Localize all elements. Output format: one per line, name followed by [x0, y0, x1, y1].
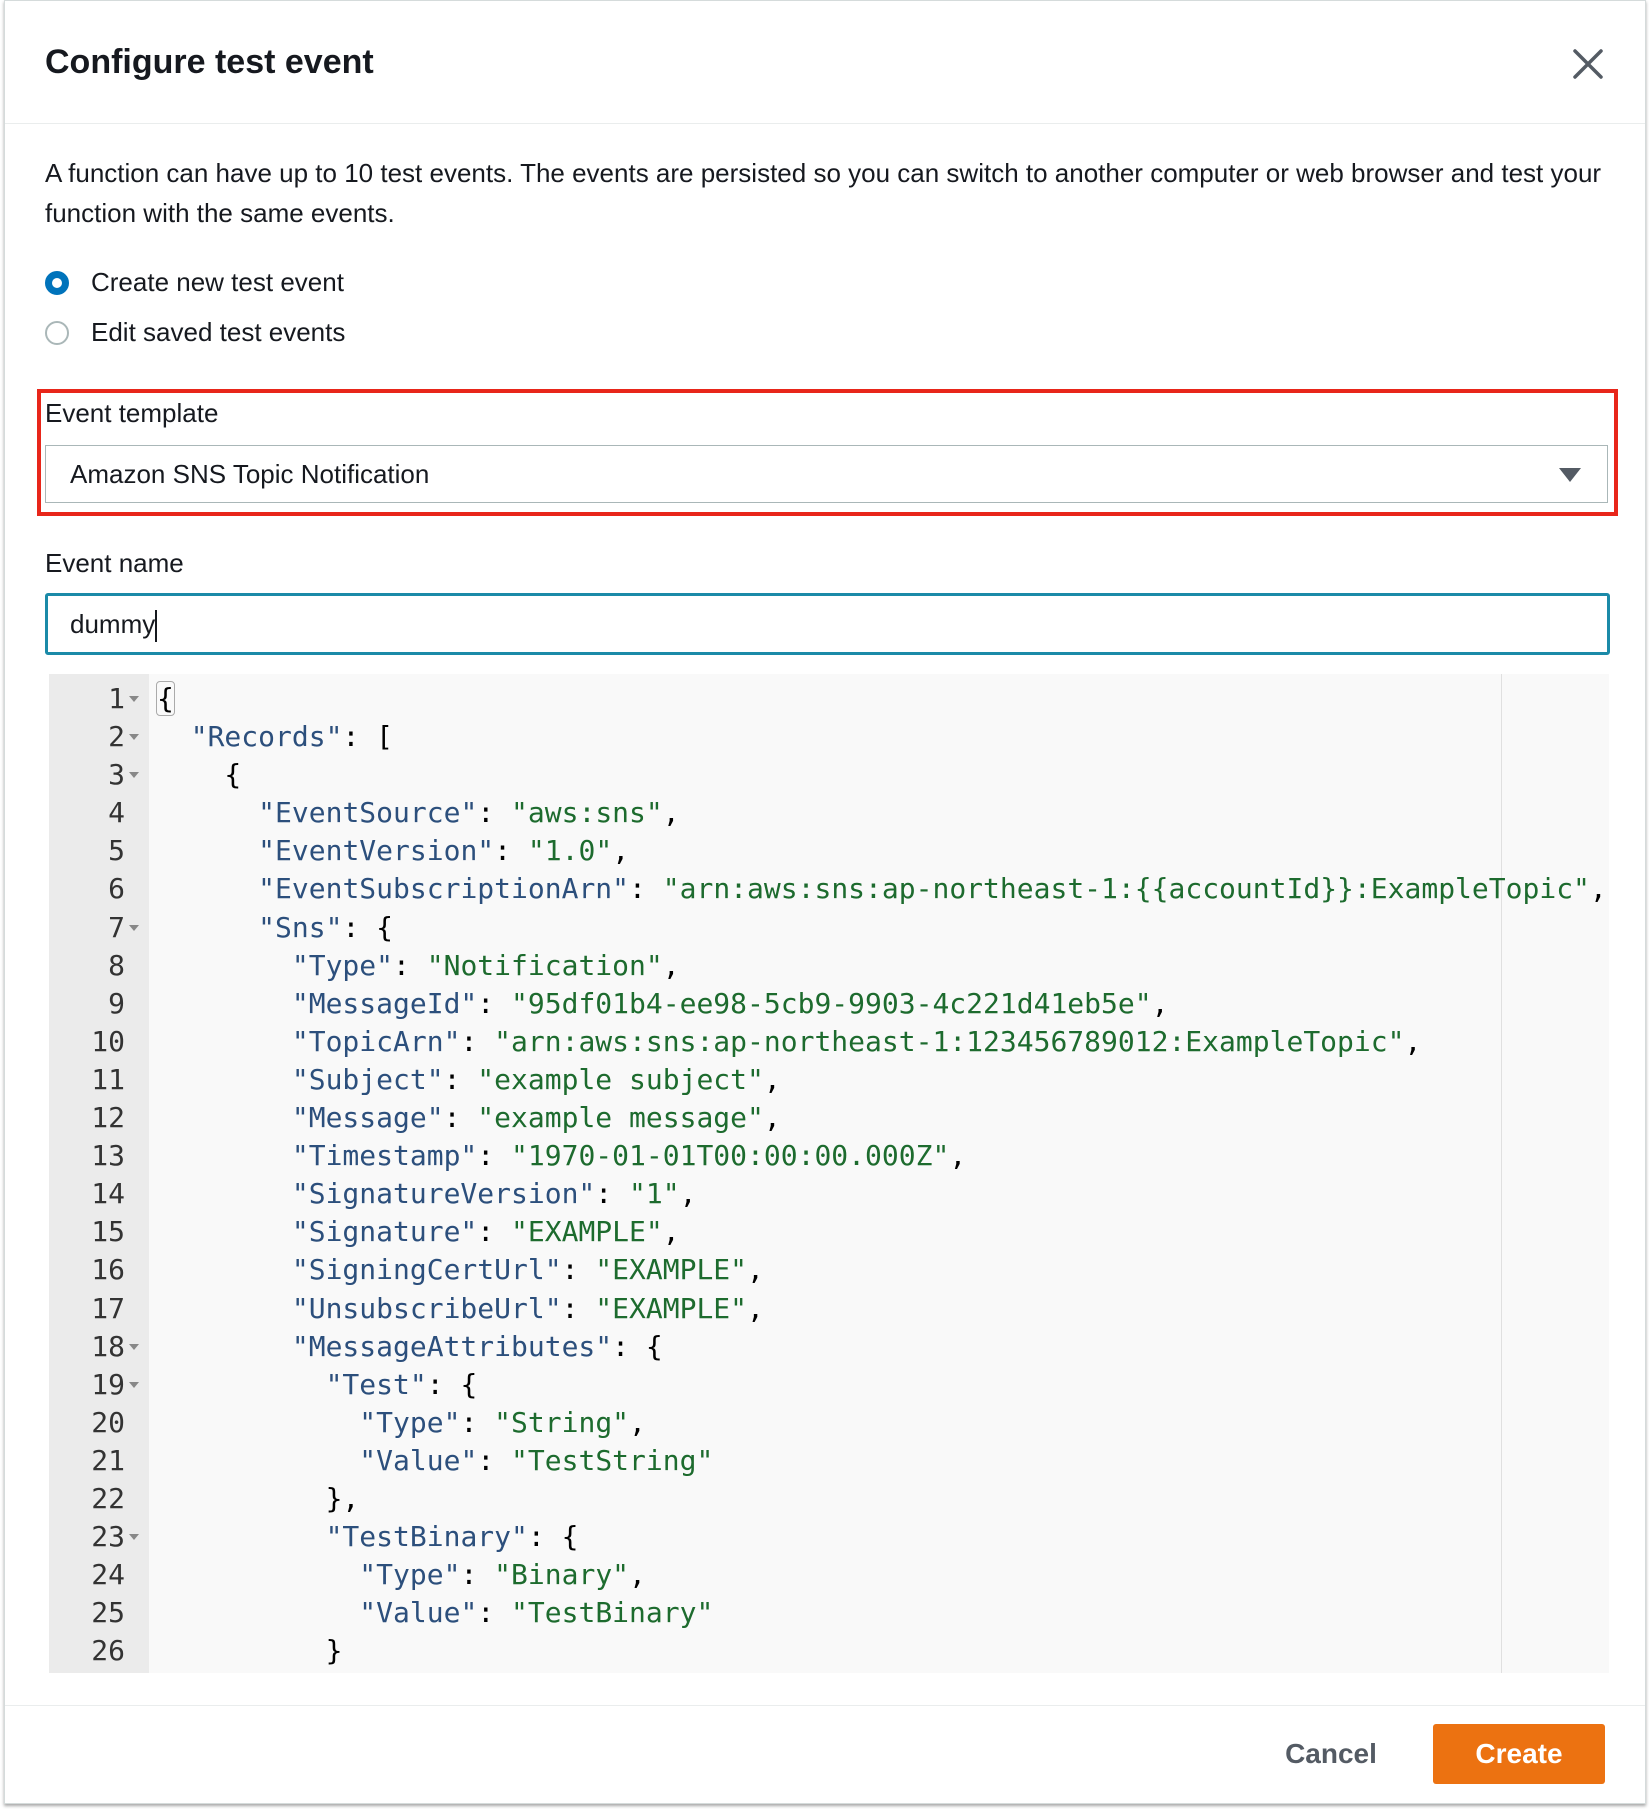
radio-label: Create new test event: [91, 267, 344, 297]
code-text: "Type": "String",: [359, 1405, 646, 1439]
code-text: "UnsubscribeUrl": "EXAMPLE",: [291, 1291, 764, 1325]
line-number: 16: [91, 1253, 125, 1287]
fold-arrow-icon[interactable]: [129, 772, 139, 779]
line-number: 6: [108, 872, 125, 906]
code-text: "Sns": {: [258, 910, 394, 944]
radio-unchecked-icon[interactable]: [45, 320, 69, 345]
code-text: "Subject": "example subject",: [291, 1062, 781, 1096]
code-text: "TestBinary": {: [325, 1520, 579, 1554]
line-number: 20: [91, 1405, 125, 1439]
line-number: 2: [108, 720, 125, 754]
event-template-label: Event template: [45, 398, 219, 428]
code-text: {: [156, 681, 175, 716]
line-number: 9: [108, 986, 125, 1020]
code-text: "SigningCertUrl": "EXAMPLE",: [291, 1253, 764, 1287]
line-number: 5: [108, 834, 125, 868]
line-number: 7: [108, 910, 125, 944]
code-text: "Type": "Notification",: [291, 948, 680, 982]
code-text: "Message": "example message",: [291, 1101, 781, 1135]
line-number: 18: [91, 1329, 125, 1363]
event-name-label: Event name: [45, 548, 184, 578]
code-text: "TopicArn": "arn:aws:sns:ap-northeast-1:…: [291, 1024, 1422, 1058]
event-template-select[interactable]: Amazon SNS Topic Notification: [45, 445, 1608, 503]
fold-arrow-icon[interactable]: [129, 1343, 139, 1350]
line-number: 1: [108, 682, 125, 715]
line-number: 25: [91, 1596, 125, 1630]
line-number: 15: [91, 1215, 125, 1249]
fold-arrow-icon[interactable]: [129, 734, 139, 741]
line-number: 11: [91, 1062, 125, 1096]
json-code-editor[interactable]: 1 {2 "Records": [ 3 {4 "EventSource": "aws…: [49, 674, 1609, 1673]
line-number: 3: [108, 758, 125, 792]
line-number: 24: [91, 1558, 125, 1592]
code-text: "Test": {: [325, 1367, 478, 1401]
code-text: "EventSubscriptionArn": "arn:aws:sns:ap-…: [258, 872, 1607, 906]
code-text: "MessageAttributes": {: [291, 1329, 663, 1363]
code-text: }: [157, 1670, 309, 1673]
print-margin: [1501, 674, 1502, 1673]
line-number: 17: [91, 1291, 125, 1325]
create-button[interactable]: Create: [1433, 1724, 1605, 1784]
line-number: 12: [91, 1101, 125, 1135]
cancel-button[interactable]: Cancel: [1275, 1724, 1387, 1784]
line-number: 23: [91, 1520, 125, 1554]
radio-create-new-test-event[interactable]: Create new test event: [45, 267, 344, 298]
line-number: 19: [91, 1367, 125, 1401]
code-text: }: [157, 1634, 343, 1668]
radio-checked-icon[interactable]: [45, 270, 69, 295]
code-text: "Value": "TestString": [359, 1443, 714, 1477]
line-number: 27: [49, 1670, 125, 1673]
line-number: 4: [108, 796, 125, 830]
code-text: "SignatureVersion": "1",: [291, 1177, 697, 1211]
event-template-value: Amazon SNS Topic Notification: [70, 459, 430, 489]
configure-test-event-dialog: Configure test event A function can have…: [4, 0, 1646, 1804]
radio-label: Edit saved test events: [91, 317, 346, 347]
code-text: {: [157, 758, 242, 792]
code-text: "Records": [: [190, 720, 394, 754]
event-name-input[interactable]: dummy: [45, 593, 1610, 655]
code-text: "EventVersion": "1.0",: [258, 834, 630, 868]
fold-arrow-icon[interactable]: [129, 1381, 139, 1388]
dialog-footer: [5, 1705, 1645, 1706]
close-icon[interactable]: [1565, 41, 1611, 87]
text-cursor: [155, 610, 158, 643]
line-number: 14: [91, 1177, 125, 1211]
line-number: 21: [91, 1443, 125, 1477]
fold-arrow-icon[interactable]: [129, 1534, 139, 1541]
dialog-header: Configure test event: [5, 1, 1645, 124]
line-number: 22: [91, 1481, 125, 1515]
code-text: "Timestamp": "1970-01-01T00:00:00.000Z",: [291, 1139, 967, 1173]
code-text: "Type": "Binary",: [359, 1558, 646, 1592]
line-number: 13: [91, 1139, 125, 1173]
radio-edit-saved-test-events[interactable]: Edit saved test events: [45, 317, 345, 348]
code-text: "Signature": "EXAMPLE",: [291, 1215, 680, 1249]
line-number: 8: [108, 948, 125, 982]
fold-arrow-icon[interactable]: [129, 924, 139, 931]
code-text: "MessageId": "95df01b4-ee98-5cb9-9903-4c…: [291, 986, 1169, 1020]
line-number: 10: [91, 1024, 125, 1058]
code-text: "EventSource": "aws:sns",: [258, 796, 680, 830]
line-number: 26: [91, 1634, 125, 1668]
code-text: "Value": "TestBinary": [359, 1596, 714, 1630]
event-name-value: dummy: [70, 609, 156, 639]
dialog-description: A function can have up to 10 test events…: [45, 158, 1602, 228]
dialog-title: Configure test event: [45, 43, 374, 81]
fold-arrow-icon[interactable]: [129, 696, 139, 702]
caret-down-icon: [1559, 468, 1581, 482]
code-text: },: [157, 1481, 360, 1515]
